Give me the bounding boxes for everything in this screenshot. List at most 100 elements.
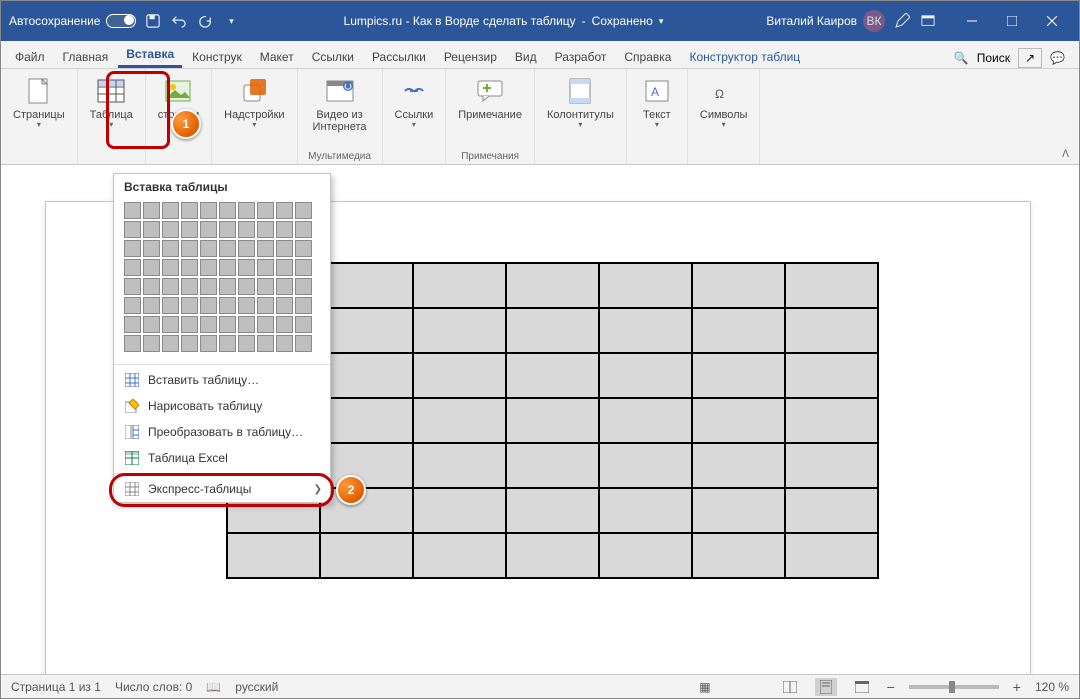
grid-cell[interactable] (124, 297, 141, 314)
grid-cell[interactable] (181, 335, 198, 352)
online-video-button[interactable]: Видео из Интернета (306, 73, 374, 135)
grid-cell[interactable] (295, 335, 312, 352)
grid-cell[interactable] (143, 221, 160, 238)
grid-cell[interactable] (200, 297, 217, 314)
tab-mailings[interactable]: Рассылки (364, 46, 434, 68)
view-read-mode[interactable] (779, 678, 801, 696)
tab-table-design[interactable]: Конструктор таблиц (681, 46, 808, 68)
grid-cell[interactable] (181, 297, 198, 314)
grid-cell[interactable] (276, 316, 293, 333)
grid-cell[interactable] (257, 202, 274, 219)
close-button[interactable] (1033, 7, 1071, 35)
tab-view[interactable]: Вид (507, 46, 545, 68)
saved-dropdown-icon[interactable]: ▾ (659, 16, 664, 27)
menu-draw-table[interactable]: Нарисовать таблицу (114, 393, 330, 419)
grid-cell[interactable] (200, 202, 217, 219)
tab-design[interactable]: Конструк (184, 46, 250, 68)
grid-cell[interactable] (143, 240, 160, 257)
header-footer-button[interactable]: Колонтитулы▾ (543, 73, 618, 130)
grid-cell[interactable] (200, 240, 217, 257)
grid-cell[interactable] (238, 202, 255, 219)
tab-home[interactable]: Главная (55, 46, 117, 68)
grid-cell[interactable] (276, 240, 293, 257)
grid-cell[interactable] (276, 202, 293, 219)
table-grid-picker[interactable] (114, 200, 330, 362)
zoom-in[interactable]: + (1013, 679, 1021, 695)
collapse-ribbon-icon[interactable]: ᐱ (1062, 149, 1069, 160)
grid-cell[interactable] (200, 278, 217, 295)
grid-cell[interactable] (143, 335, 160, 352)
grid-cell[interactable] (162, 297, 179, 314)
grid-cell[interactable] (181, 240, 198, 257)
tab-layout[interactable]: Макет (252, 46, 302, 68)
grid-cell[interactable] (219, 316, 236, 333)
menu-excel-table[interactable]: Таблица Excel (114, 445, 330, 471)
grid-cell[interactable] (295, 221, 312, 238)
view-web-layout[interactable] (851, 678, 873, 696)
grid-cell[interactable] (143, 278, 160, 295)
grid-cell[interactable] (143, 202, 160, 219)
grid-cell[interactable] (219, 240, 236, 257)
table-button[interactable]: Таблица▾ (86, 73, 137, 130)
grid-cell[interactable] (257, 335, 274, 352)
comment-button[interactable]: Примечание (454, 73, 526, 123)
grid-cell[interactable] (238, 221, 255, 238)
grid-cell[interactable] (295, 240, 312, 257)
grid-cell[interactable] (181, 259, 198, 276)
grid-cell[interactable] (257, 297, 274, 314)
grid-cell[interactable] (238, 278, 255, 295)
grid-cell[interactable] (295, 278, 312, 295)
undo-icon[interactable] (170, 12, 188, 30)
text-button[interactable]: AТекст▾ (635, 73, 679, 130)
zoom-out[interactable]: − (887, 679, 895, 695)
grid-cell[interactable] (124, 335, 141, 352)
tab-file[interactable]: Файл (7, 46, 53, 68)
grid-cell[interactable] (143, 297, 160, 314)
grid-cell[interactable] (238, 259, 255, 276)
comments-icon[interactable]: 💬 (1050, 51, 1065, 65)
grid-cell[interactable] (181, 202, 198, 219)
grid-cell[interactable] (219, 202, 236, 219)
addins-button[interactable]: Надстройки▾ (220, 73, 288, 130)
grid-cell[interactable] (162, 278, 179, 295)
tab-review[interactable]: Рецензир (436, 46, 505, 68)
grid-cell[interactable] (219, 259, 236, 276)
tab-help[interactable]: Справка (616, 46, 679, 68)
menu-insert-table[interactable]: Вставить таблицу… (114, 367, 330, 393)
pages-button[interactable]: Страницы▾ (9, 73, 69, 130)
zoom-level[interactable]: 120 % (1035, 680, 1069, 694)
save-icon[interactable] (144, 12, 162, 30)
grid-cell[interactable] (295, 316, 312, 333)
grid-cell[interactable] (124, 221, 141, 238)
maximize-button[interactable] (993, 7, 1031, 35)
grid-cell[interactable] (257, 278, 274, 295)
grid-cell[interactable] (276, 335, 293, 352)
share-button[interactable]: ↗ (1018, 48, 1042, 68)
grid-cell[interactable] (162, 316, 179, 333)
macro-icon[interactable]: ▦ (699, 680, 710, 694)
grid-cell[interactable] (238, 335, 255, 352)
grid-cell[interactable] (143, 259, 160, 276)
grid-cell[interactable] (124, 278, 141, 295)
grid-cell[interactable] (181, 316, 198, 333)
view-print-layout[interactable] (815, 678, 837, 696)
grid-cell[interactable] (257, 259, 274, 276)
grid-cell[interactable] (162, 335, 179, 352)
grid-cell[interactable] (257, 221, 274, 238)
grid-cell[interactable] (238, 316, 255, 333)
qat-dropdown-icon[interactable]: ▾ (222, 12, 240, 30)
grid-cell[interactable] (257, 240, 274, 257)
autosave-toggle[interactable]: Автосохранение (9, 14, 136, 28)
grid-cell[interactable] (162, 202, 179, 219)
grid-cell[interactable] (219, 335, 236, 352)
search-icon[interactable]: 🔍 (954, 51, 969, 65)
grid-cell[interactable] (219, 221, 236, 238)
spellcheck-icon[interactable]: 📖 (206, 680, 221, 694)
grid-cell[interactable] (124, 259, 141, 276)
grid-cell[interactable] (238, 240, 255, 257)
minimize-button[interactable] (953, 7, 991, 35)
links-button[interactable]: Ссылки▾ (391, 73, 438, 130)
pen-icon[interactable] (893, 12, 911, 30)
grid-cell[interactable] (162, 221, 179, 238)
grid-cell[interactable] (219, 297, 236, 314)
